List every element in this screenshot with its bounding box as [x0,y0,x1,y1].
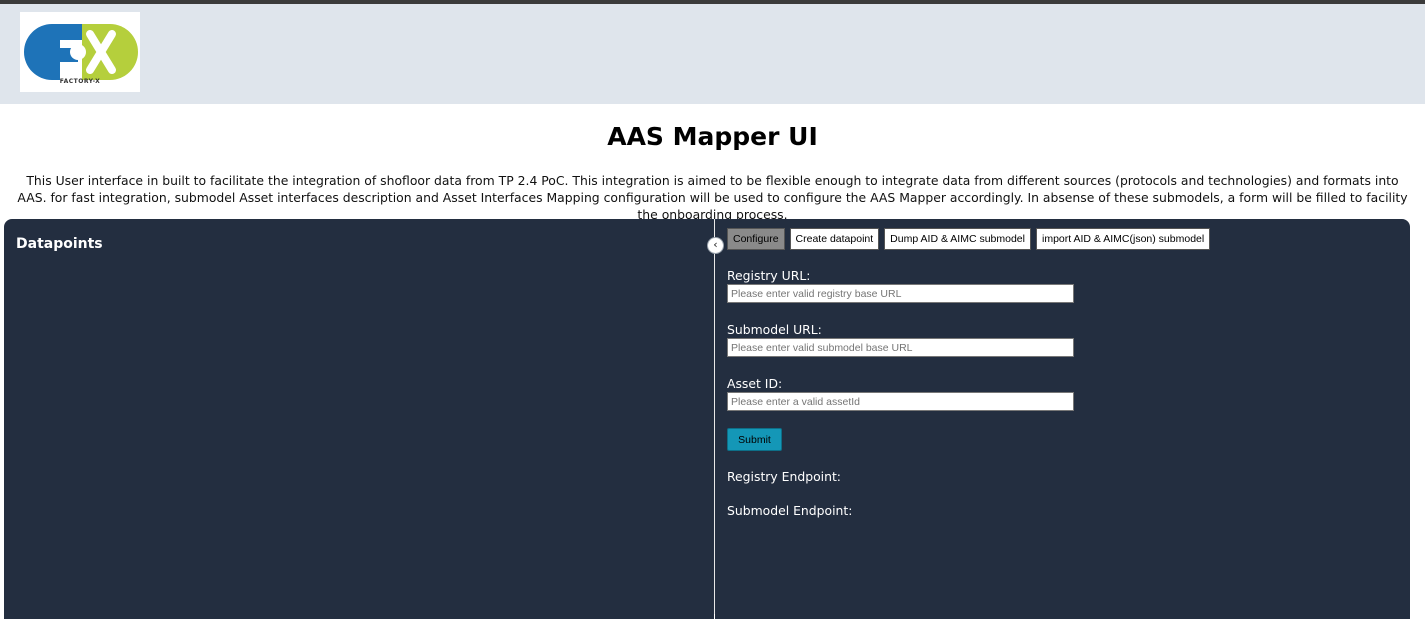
configure-panel: Configure Create datapoint Dump AID & AI… [715,219,1410,619]
chevron-left-icon: ‹ [713,238,718,251]
datapoints-heading: Datapoints [16,236,103,252]
factory-x-logo: FACTORY-X [20,12,140,92]
collapse-panel-button[interactable]: ‹ [707,237,724,254]
submodel-url-input[interactable] [727,338,1074,357]
registry-url-label: Registry URL: [727,268,811,283]
submit-button[interactable]: Submit [727,428,782,451]
asset-id-label: Asset ID: [727,376,783,391]
tab-dump-aid-aimc[interactable]: Dump AID & AIMC submodel [884,228,1031,250]
header: FACTORY-X [0,4,1425,104]
submodel-url-label: Submodel URL: [727,322,822,337]
tab-configure[interactable]: Configure [727,228,785,250]
registry-url-input[interactable] [727,284,1074,303]
tab-bar: Configure Create datapoint Dump AID & AI… [727,228,1211,250]
submodel-endpoint-label: Submodel Endpoint: [727,503,853,518]
page-title: AAS Mapper UI [607,122,818,151]
datapoints-panel: Datapoints [4,219,714,619]
asset-id-input[interactable] [727,392,1074,411]
logo-caption: FACTORY-X [59,78,101,85]
registry-endpoint-label: Registry Endpoint: [727,469,841,484]
tab-import-aid-aimc[interactable]: import AID & AIMC(json) submodel [1035,228,1211,250]
tab-create-datapoint[interactable]: Create datapoint [789,228,880,250]
intro-text: This User interface in built to facilita… [17,173,1408,222]
